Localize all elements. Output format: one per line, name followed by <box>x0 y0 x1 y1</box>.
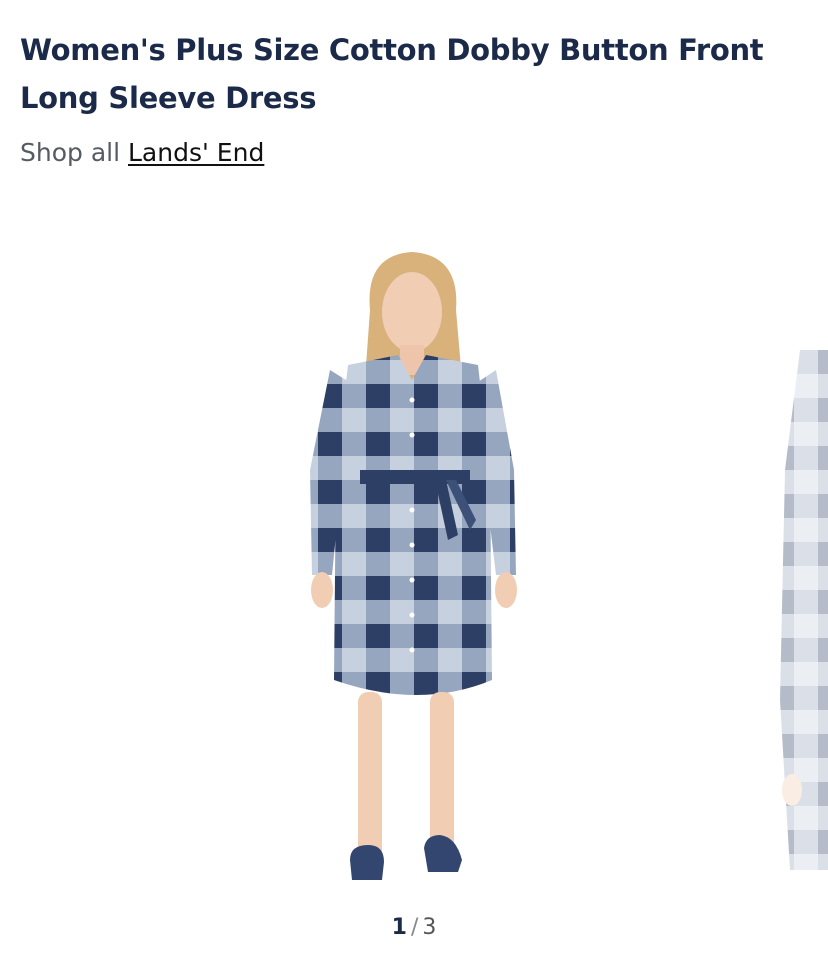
pager-separator: / <box>410 915 419 940</box>
pager-total: 3 <box>422 915 437 940</box>
shop-all-line: Shop all Lands' End <box>20 138 264 167</box>
product-image-main[interactable] <box>270 240 560 900</box>
product-title: Women's Plus Size Cotton Dobby Button Fr… <box>20 33 764 115</box>
product-image-carousel[interactable] <box>0 200 828 900</box>
product-page: Women's Plus Size Cotton Dobby Button Fr… <box>0 0 828 958</box>
shop-all-prefix: Shop all <box>20 138 121 167</box>
brand-link[interactable]: Lands' End <box>128 138 264 167</box>
pager-current: 1 <box>391 915 407 940</box>
image-pager: 1/3 <box>0 915 828 940</box>
product-image-next-preview[interactable] <box>770 350 828 870</box>
